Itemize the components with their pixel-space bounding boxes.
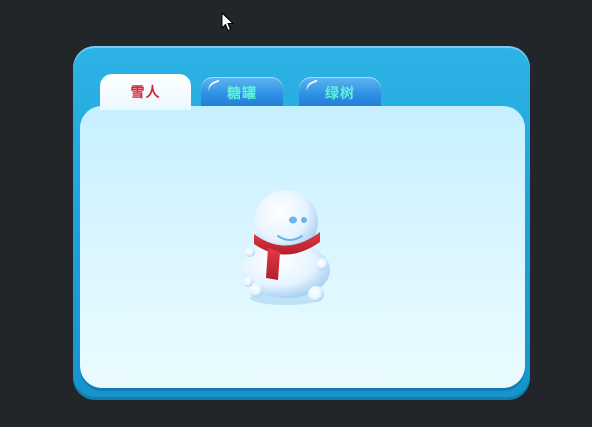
tab-snowman[interactable]: 雪人 — [100, 74, 191, 110]
mouse-cursor-icon — [221, 12, 235, 32]
tab-label: 糖罐 — [227, 86, 257, 102]
tab-green-tree[interactable]: 绿树 — [299, 77, 381, 109]
tab-label: 绿树 — [325, 86, 355, 102]
tab-candy-jar[interactable]: 糖罐 — [201, 77, 283, 109]
tab-shine-icon — [205, 79, 223, 93]
tab-label: 雪人 — [130, 85, 161, 101]
snowman-image — [242, 190, 330, 305]
tab-shine-icon — [303, 79, 321, 93]
